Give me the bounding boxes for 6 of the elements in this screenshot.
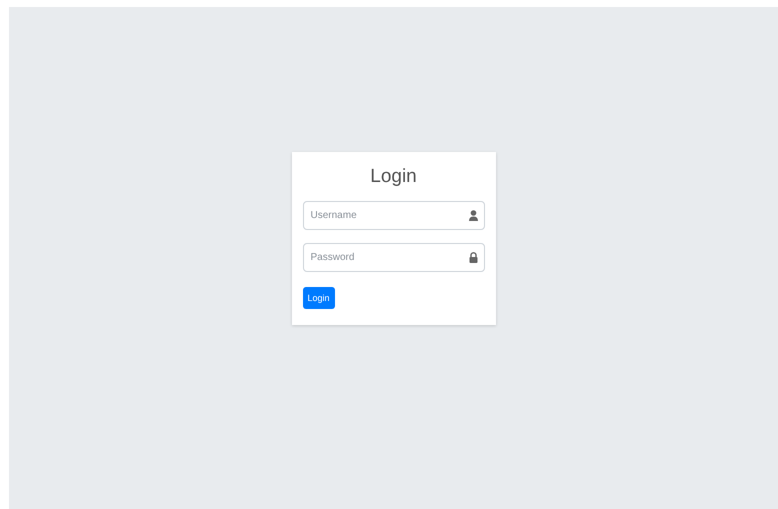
login-title: Login	[369, 166, 418, 188]
user-icon	[468, 210, 478, 220]
lock-icon	[468, 252, 478, 262]
password-field[interactable]: Password	[302, 242, 484, 272]
username-field[interactable]: Username	[302, 200, 484, 230]
login-button[interactable]: Login	[302, 286, 335, 310]
